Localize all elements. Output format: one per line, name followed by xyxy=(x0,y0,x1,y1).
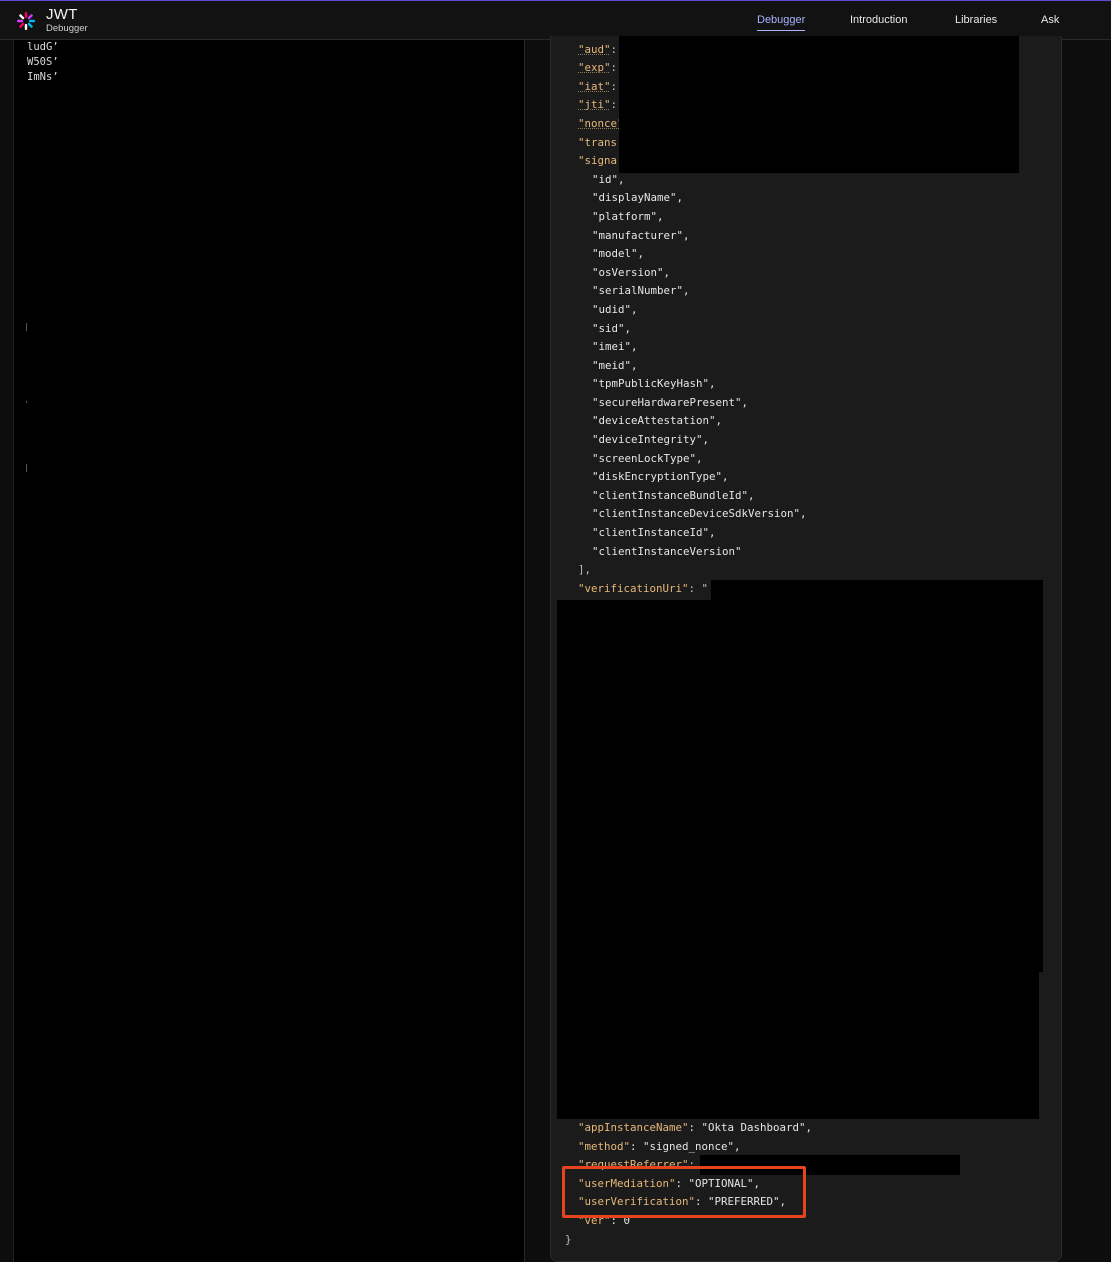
json-colon: : xyxy=(610,98,618,111)
brand-title: JWT xyxy=(46,6,78,23)
json-array-item: "id", xyxy=(592,173,625,186)
json-array-item: "diskEncryptionType", xyxy=(592,470,729,483)
json-array-item: "osVersion", xyxy=(592,266,671,279)
json-colon: : xyxy=(610,43,618,56)
json-array-item: "meid", xyxy=(592,359,638,372)
json-claim-row: "signa xyxy=(578,153,617,169)
json-colon: : xyxy=(610,61,618,74)
redaction-block xyxy=(557,970,1039,1119)
json-array-item: "deviceAttestation", xyxy=(592,414,723,427)
json-array-item: "platform", xyxy=(592,210,664,223)
json-object-close: } xyxy=(565,1233,572,1246)
nav-libraries[interactable]: Libraries xyxy=(955,1,997,39)
json-array-item: "serialNumber", xyxy=(592,284,690,297)
nav-debugger[interactable]: Debugger xyxy=(757,1,806,39)
json-array-item: "clientInstanceDeviceSdkVersion", xyxy=(592,507,807,520)
json-claim-row: "method": "signed_nonce", xyxy=(578,1139,741,1155)
encoded-token-panel[interactable]: ludG’ W50S’ ImNs’ xyxy=(13,40,525,1262)
json-array-item: "imei", xyxy=(592,340,638,353)
json-array-item: "tpmPublicKeyHash", xyxy=(592,377,716,390)
redaction-block xyxy=(619,36,1019,173)
json-key: "verificationUri" xyxy=(578,582,689,595)
json-array-item: "sid", xyxy=(592,322,632,335)
encoded-token-line: W50S’ xyxy=(27,56,59,68)
redaction-block xyxy=(711,580,1043,602)
json-key: "iat" xyxy=(578,80,611,93)
json-claim-row: "iat": xyxy=(578,79,617,95)
jwt-logo-icon[interactable] xyxy=(16,11,36,31)
text-cursor-mark xyxy=(26,323,27,331)
text-cursor-mark xyxy=(26,464,27,472)
highlight-annotation-box xyxy=(562,1166,806,1218)
json-key: "aud" xyxy=(578,43,611,56)
json-claim-row: "nonce" xyxy=(578,116,624,132)
json-array-item: "screenLockType", xyxy=(592,452,703,465)
json-claim-row: "exp": xyxy=(578,60,617,76)
json-key: "method" xyxy=(578,1140,631,1153)
json-array-item: "udid", xyxy=(592,303,638,316)
json-key: "jti" xyxy=(578,98,611,111)
json-claim-row: "appInstanceName": "Okta Dashboard", xyxy=(578,1120,812,1136)
json-array-item: "clientInstanceVersion" xyxy=(592,545,742,558)
json-array-item: "displayName", xyxy=(592,191,684,204)
json-claim-row: "trans xyxy=(578,135,617,151)
json-array-item: "model", xyxy=(592,247,645,260)
text-cursor-mark xyxy=(26,401,27,403)
json-key: "signa xyxy=(578,154,618,167)
redaction-block xyxy=(557,600,1043,972)
json-key: "trans xyxy=(578,136,618,149)
json-colon: : " xyxy=(688,582,709,595)
encoded-token-line: ImNs’ xyxy=(27,71,59,83)
json-value: : "signed_nonce", xyxy=(630,1140,741,1153)
json-claim-row: "jti": xyxy=(578,97,617,113)
top-navigation-bar: JWT Debugger Debugger Introduction Libra… xyxy=(0,0,1111,40)
json-key: "exp" xyxy=(578,61,611,74)
json-key: "appInstanceName" xyxy=(578,1121,689,1134)
brand-subtitle: Debugger xyxy=(46,23,88,34)
json-array-item: "secureHardwarePresent", xyxy=(592,396,749,409)
json-array-item: "manufacturer", xyxy=(592,229,690,242)
json-value: : "Okta Dashboard", xyxy=(688,1121,813,1134)
json-array-item: "deviceIntegrity", xyxy=(592,433,710,446)
json-claim-row: "verificationUri": " xyxy=(578,581,708,597)
json-colon: : xyxy=(610,80,618,93)
json-array-item: "clientInstanceBundleId", xyxy=(592,489,755,502)
json-array-item: "clientInstanceId", xyxy=(592,526,716,539)
json-array-close: ], xyxy=(578,563,592,576)
json-key: "nonce" xyxy=(578,117,624,130)
nav-introduction[interactable]: Introduction xyxy=(850,1,907,39)
nav-ask[interactable]: Ask xyxy=(1041,1,1059,39)
encoded-token-line: ludG’ xyxy=(27,41,59,53)
json-claim-row: "aud": xyxy=(578,42,617,58)
